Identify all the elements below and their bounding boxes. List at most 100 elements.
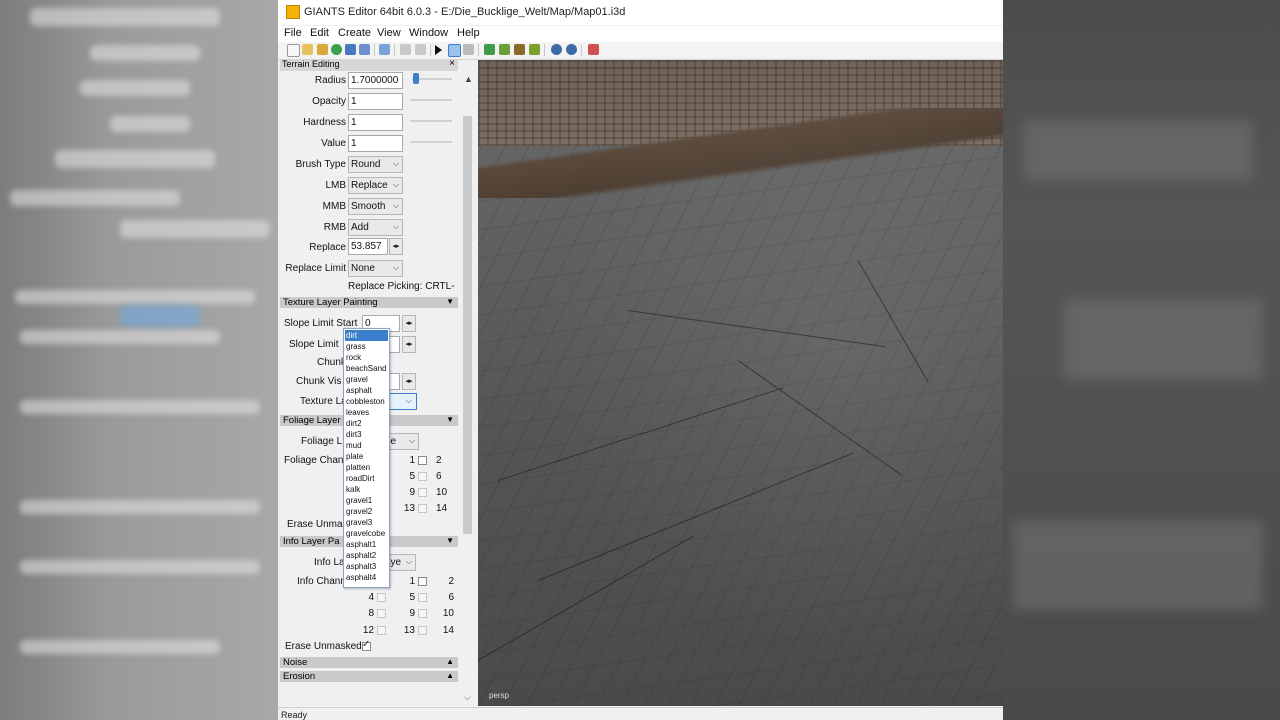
replace-limit-select[interactable]: None ⌵	[348, 260, 403, 277]
open-folder-icon[interactable]	[302, 44, 313, 55]
dropdown-item[interactable]: gravelcobe	[345, 528, 388, 539]
dropdown-item[interactable]: gravel	[345, 374, 388, 385]
dropdown-item[interactable]: dirt	[345, 330, 388, 341]
section-title: Foliage Layer	[283, 415, 341, 426]
opacity-slider-track[interactable]	[410, 99, 452, 101]
menu-help[interactable]: Help	[457, 27, 480, 39]
scroll-down-icon[interactable]: ⌵	[464, 692, 471, 703]
noise-header[interactable]: Noise ▲	[280, 657, 458, 668]
menu-window[interactable]: Window	[409, 27, 448, 39]
panel-scrollbar[interactable]: ▲ ⌵	[460, 72, 475, 705]
refresh-icon[interactable]	[331, 44, 342, 55]
new-file-icon[interactable]	[287, 44, 300, 57]
info-channel-checkbox[interactable]	[377, 626, 386, 635]
select-tool-icon[interactable]	[448, 44, 461, 57]
dropdown-item[interactable]: platten	[345, 462, 388, 473]
scrollbar-thumb[interactable]	[463, 116, 472, 534]
terrain-icon[interactable]	[484, 44, 495, 55]
paint-terrain-icon[interactable]	[499, 44, 510, 55]
dropdown-item[interactable]: gravel3	[345, 517, 388, 528]
lmb-select[interactable]: Replace ⌵	[348, 177, 403, 194]
reload-icon[interactable]	[379, 44, 390, 55]
radius-input[interactable]: 1.7000000	[348, 72, 403, 89]
hardness-slider-track[interactable]	[410, 120, 452, 122]
settings-icon[interactable]	[566, 44, 577, 55]
dropdown-item[interactable]: beachSand	[345, 363, 388, 374]
dropdown-item[interactable]: plate	[345, 451, 388, 462]
scroll-up-icon[interactable]: ▲	[464, 74, 473, 84]
dropdown-item[interactable]: cobbleston	[345, 396, 388, 407]
dropdown-item[interactable]: rock	[345, 352, 388, 363]
import-icon[interactable]	[317, 44, 328, 55]
dropdown-item[interactable]: dirt2	[345, 418, 388, 429]
dropdown-item[interactable]: mud	[345, 440, 388, 451]
value-slider-track[interactable]	[410, 141, 452, 143]
rmb-select[interactable]: Add ⌵	[348, 219, 403, 236]
chunk-vis-spin-button[interactable]: ◂▸	[402, 373, 416, 390]
menu-create[interactable]: Create	[338, 27, 371, 39]
info-channel-checkbox[interactable]	[377, 593, 386, 602]
script-icon[interactable]	[588, 44, 599, 55]
info-channel-checkbox[interactable]	[418, 609, 427, 618]
mmb-select[interactable]: Smooth ⌵	[348, 198, 403, 215]
replace-input[interactable]: 53.857	[348, 238, 388, 255]
replace-spin-button[interactable]: ◂▸	[389, 238, 403, 255]
3d-viewport[interactable]: persp	[478, 60, 1003, 706]
hardness-input[interactable]: 1	[348, 114, 403, 131]
dropdown-item[interactable]: asphalt	[345, 385, 388, 396]
chunk-label: Chunk	[317, 357, 346, 368]
value-input[interactable]: 1	[348, 135, 403, 152]
info-channel-number: 12	[362, 625, 374, 636]
foliage-channel-checkbox[interactable]	[418, 472, 427, 481]
magnet-icon[interactable]	[463, 44, 474, 55]
chevron-down-icon: ⌵	[392, 159, 399, 168]
toolbar-separator	[394, 44, 395, 56]
menu-file[interactable]: File	[284, 27, 302, 39]
info-channel-checkbox[interactable]	[418, 593, 427, 602]
info-channel-checkbox[interactable]	[418, 577, 427, 586]
foliage-channel-checkbox[interactable]	[418, 488, 427, 497]
erase-unmasked-checkbox[interactable]	[362, 639, 371, 651]
replace-limit-label: Replace Limit	[285, 263, 346, 274]
menu-edit[interactable]: Edit	[310, 27, 329, 39]
foliage-channel-label: Foliage Chan	[284, 455, 344, 466]
info-channel-number: 10	[442, 608, 454, 619]
gear-icon[interactable]	[551, 44, 562, 55]
info-channel-checkbox[interactable]	[377, 609, 386, 618]
close-icon[interactable]: ×	[449, 58, 455, 69]
save-as-icon[interactable]	[359, 44, 370, 55]
undo-icon[interactable]	[400, 44, 411, 55]
plant-icon[interactable]	[529, 44, 540, 55]
dropdown-item[interactable]: roadDirt	[345, 473, 388, 484]
radius-slider-handle[interactable]	[413, 73, 419, 84]
dropdown-item[interactable]: asphalt3	[345, 561, 388, 572]
status-bar: Ready	[278, 707, 1003, 720]
opacity-input[interactable]: 1	[348, 93, 403, 110]
slope-start-spin-button[interactable]: ◂▸	[402, 315, 416, 332]
save-icon[interactable]	[345, 44, 356, 55]
erosion-header[interactable]: Erosion ▲	[280, 671, 458, 682]
menu-view[interactable]: View	[377, 27, 401, 39]
brush-type-select[interactable]: Round ⌵	[348, 156, 403, 173]
foliage-icon[interactable]	[514, 44, 525, 55]
dropdown-item[interactable]: grass	[345, 341, 388, 352]
foliage-channel-checkbox[interactable]	[418, 504, 427, 513]
texture-layer-dropdown: dirt grass rock beachSand gravel asphalt…	[343, 328, 390, 588]
chevron-down-icon: ⌵	[392, 201, 399, 210]
redo-icon[interactable]	[415, 44, 426, 55]
hardness-label: Hardness	[303, 117, 346, 128]
info-channel-checkbox[interactable]	[418, 626, 427, 635]
dropdown-item[interactable]: dirt3	[345, 429, 388, 440]
dropdown-item[interactable]: asphalt4	[345, 572, 388, 583]
foliage-channel-checkbox[interactable]	[418, 456, 427, 465]
dropdown-item[interactable]: gravel1	[345, 495, 388, 506]
slope-limit-spin-button[interactable]: ◂▸	[402, 336, 416, 353]
dropdown-item[interactable]: kalk	[345, 484, 388, 495]
dropdown-item[interactable]: asphalt1	[345, 539, 388, 550]
play-icon[interactable]	[435, 45, 442, 55]
texture-layer-painting-header[interactable]: Texture Layer Painting ▼	[280, 297, 458, 308]
dropdown-item[interactable]: asphalt2	[345, 550, 388, 561]
info-channel-label: Info Chann	[297, 576, 346, 587]
dropdown-item[interactable]: gravel2	[345, 506, 388, 517]
dropdown-item[interactable]: leaves	[345, 407, 388, 418]
